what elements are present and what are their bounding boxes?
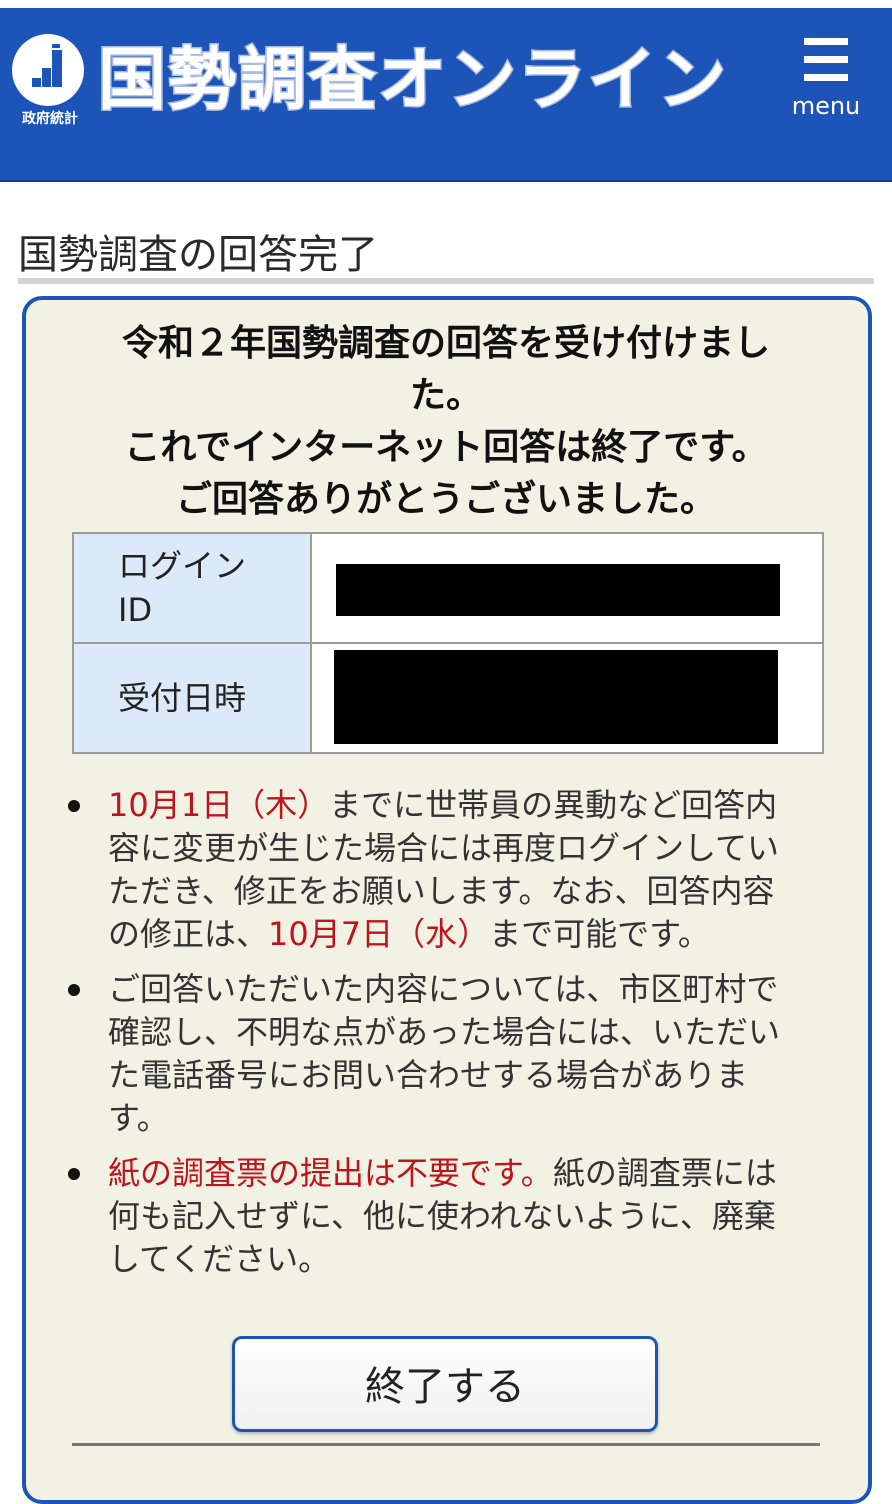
bullet-icon xyxy=(68,984,80,996)
notes-list: 10月1日（木）までに世帯員の異動など回答内容に変更が生じた場合には再度ログイン… xyxy=(64,784,804,1293)
page-title: 国勢調査の回答完了 xyxy=(18,232,378,278)
login-id-label-cell: ログインID xyxy=(74,534,312,642)
receipt-table: ログインID 受付日時 xyxy=(72,532,824,754)
login-id-value-redacted xyxy=(336,564,780,616)
hamburger-menu-icon xyxy=(804,74,848,81)
headline-line-3: これでインターネット回答は終了です。 xyxy=(124,427,768,468)
received-value-redacted xyxy=(334,650,778,744)
menu-button[interactable]: menu xyxy=(786,34,866,124)
hamburger-menu-icon xyxy=(804,56,848,63)
table-row-received: 受付日時 xyxy=(74,644,822,752)
headline-line-2: た。 xyxy=(409,375,482,416)
edit-deadline-text: 10月7日（水） xyxy=(268,915,490,953)
finish-button[interactable]: 終了する xyxy=(232,1336,658,1432)
received-label-cell: 受付日時 xyxy=(74,644,312,752)
site-title[interactable]: 国勢調査オンライン xyxy=(96,36,728,126)
bottom-divider xyxy=(72,1443,820,1446)
paper-not-needed-text: 紙の調査票の提出は不要です。 xyxy=(108,1154,553,1192)
title-divider xyxy=(18,278,874,284)
hamburger-menu-icon xyxy=(804,38,848,45)
stats-bar-logo-icon[interactable] xyxy=(12,34,84,106)
note-text: ご回答いただいた内容については、市区町村で確認し、不明な点があった場合には、いた… xyxy=(108,970,781,1137)
list-item: 紙の調査票の提出は不要です。紙の調査票には何も記入せずに、他に使われないように、… xyxy=(64,1152,804,1281)
login-id-label: ログインID xyxy=(118,547,247,629)
headline-line-4: ご回答ありがとうございました。 xyxy=(175,479,716,520)
headline-line-1: 令和２年国勢調査の回答を受け付けまし xyxy=(121,323,770,364)
deadline-date-text: 10月1日（木） xyxy=(108,786,330,824)
received-label: 受付日時 xyxy=(118,679,247,717)
note-text: まで可能です。 xyxy=(489,915,710,953)
table-row-login-id: ログインID xyxy=(74,534,822,644)
list-item: ご回答いただいた内容については、市区町村で確認し、不明な点があった場合には、いた… xyxy=(64,968,804,1140)
completion-headline: 令和２年国勢調査の回答を受け付けまし た。 これでインターネット回答は終了です。… xyxy=(60,318,832,526)
menu-label: menu xyxy=(791,92,861,120)
gov-stats-label: 政府統計 xyxy=(22,111,78,127)
bullet-icon xyxy=(68,800,80,812)
list-item: 10月1日（木）までに世帯員の異動など回答内容に変更が生じた場合には再度ログイン… xyxy=(64,784,804,956)
bullet-icon xyxy=(68,1168,80,1180)
site-header: 政府統計 国勢調査オンライン menu xyxy=(0,8,892,182)
